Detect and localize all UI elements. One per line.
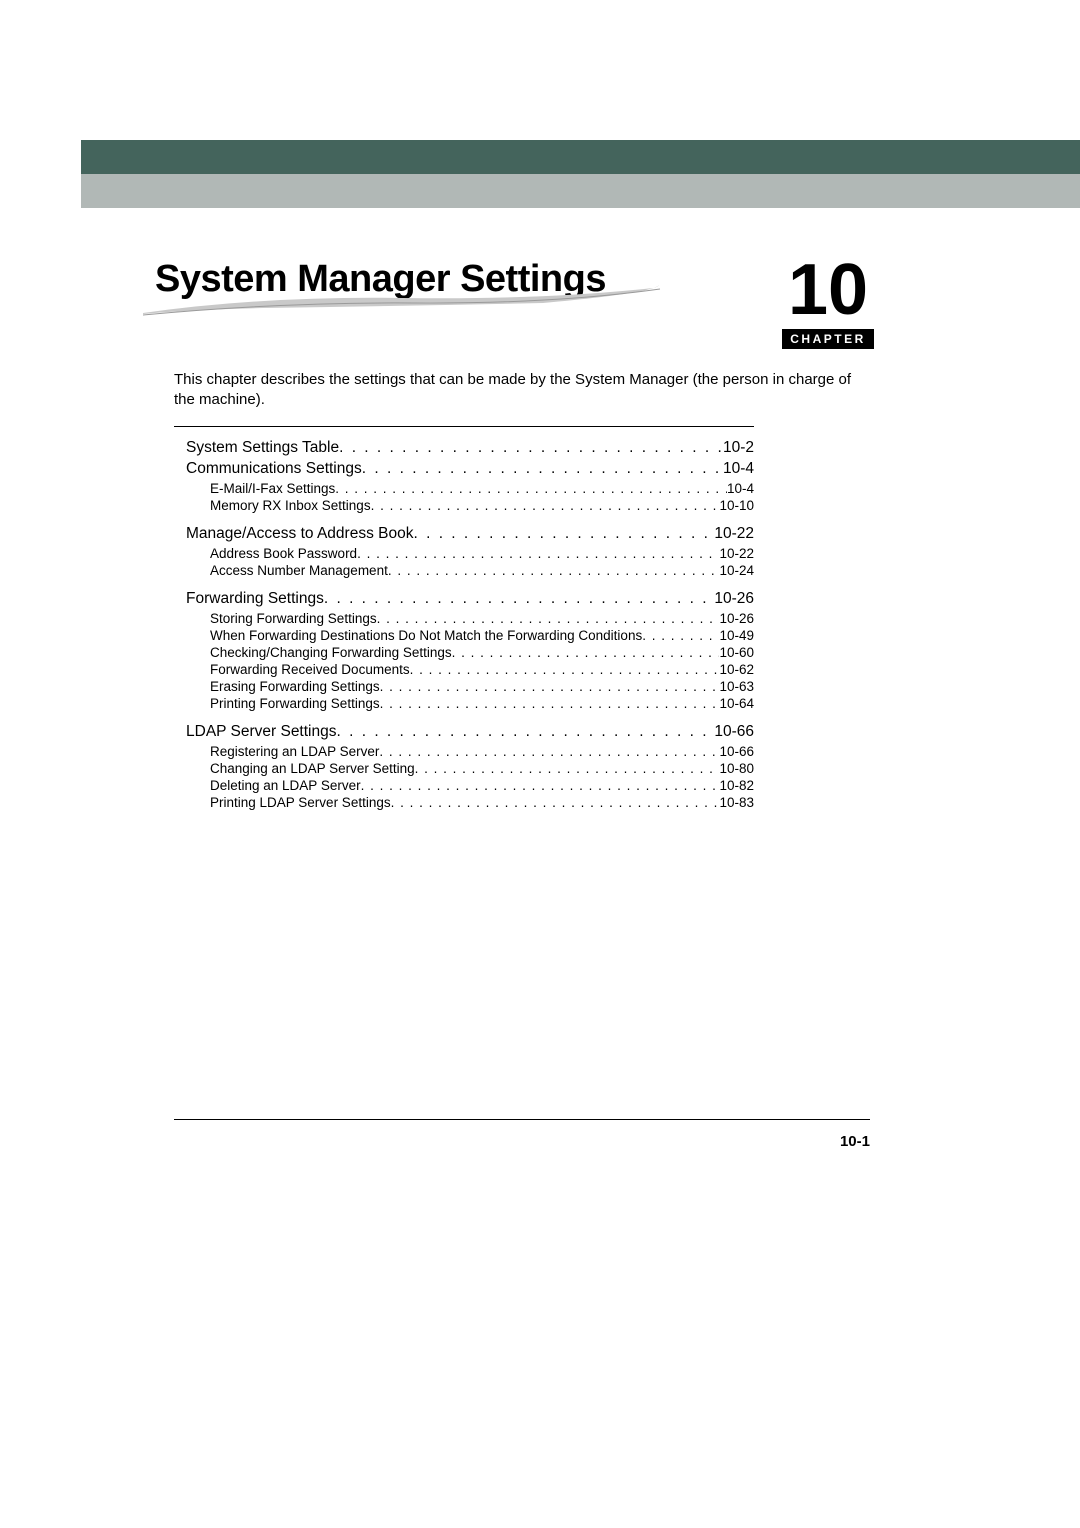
toc-entry-page: 10-63 bbox=[719, 679, 754, 694]
toc-entry-l1: Manage/Access to Address Book . . . . . … bbox=[186, 525, 754, 543]
toc-entry-label: Communications Settings bbox=[186, 460, 362, 478]
toc-entry-l1: Forwarding Settings . . . . . . . . . . … bbox=[186, 590, 754, 608]
toc-entry-page: 10-66 bbox=[714, 723, 754, 741]
toc-entry-label: When Forwarding Destinations Do Not Matc… bbox=[210, 628, 642, 643]
toc-list: System Settings Table . . . . . . . . . … bbox=[174, 439, 754, 810]
toc-entry-l1: LDAP Server Settings . . . . . . . . . .… bbox=[186, 723, 754, 741]
toc-dot-leader: . . . . . . . . . . . . . . . . . . . . … bbox=[642, 628, 719, 643]
toc-entry-l2: When Forwarding Destinations Do Not Matc… bbox=[210, 628, 754, 643]
toc-entry-l2: Address Book Password . . . . . . . . . … bbox=[210, 546, 754, 561]
toc-dot-leader: . . . . . . . . . . . . . . . . . . . . … bbox=[377, 611, 720, 626]
toc-entry-label: Printing LDAP Server Settings bbox=[210, 795, 391, 810]
toc-entry-l2: Deleting an LDAP Server . . . . . . . . … bbox=[210, 778, 754, 793]
toc-entry-label: Memory RX Inbox Settings bbox=[210, 498, 371, 513]
toc-dot-leader: . . . . . . . . . . . . . . . . . . . . … bbox=[379, 744, 719, 759]
toc-dot-leader: . . . . . . . . . . . . . . . . . . . . … bbox=[336, 723, 714, 741]
toc-entry-page: 10-26 bbox=[719, 611, 754, 626]
toc-dot-leader: . . . . . . . . . . . . . . . . . . . . … bbox=[415, 761, 720, 776]
toc-entry-page: 10-10 bbox=[719, 498, 754, 513]
toc-entry-label: Changing an LDAP Server Setting bbox=[210, 761, 415, 776]
toc-entry-l2: Memory RX Inbox Settings . . . . . . . .… bbox=[210, 498, 754, 513]
toc-entry-label: Forwarding Received Documents bbox=[210, 662, 410, 677]
toc-entry-page: 10-62 bbox=[719, 662, 754, 677]
toc-entry-page: 10-24 bbox=[719, 563, 754, 578]
toc-dot-leader: . . . . . . . . . . . . . . . . . . . . … bbox=[410, 662, 720, 677]
toc-entry-l2: Checking/Changing Forwarding Settings . … bbox=[210, 645, 754, 660]
toc-top-rule bbox=[174, 426, 754, 427]
toc-dot-leader: . . . . . . . . . . . . . . . . . . . . … bbox=[324, 590, 715, 608]
chapter-intro: This chapter describes the settings that… bbox=[174, 370, 870, 411]
toc-entry-l1: System Settings Table . . . . . . . . . … bbox=[186, 439, 754, 457]
toc-entry-page: 10-2 bbox=[723, 439, 754, 457]
toc-entry-label: System Settings Table bbox=[186, 439, 339, 457]
toc-gap bbox=[174, 515, 754, 522]
toc-entry-l2: E-Mail/I-Fax Settings . . . . . . . . . … bbox=[210, 481, 754, 496]
toc-entry-page: 10-4 bbox=[723, 460, 754, 478]
chapter-label: CHAPTER bbox=[782, 329, 874, 349]
toc-dot-leader: . . . . . . . . . . . . . . . . . . . . … bbox=[391, 795, 720, 810]
toc-entry-l2: Storing Forwarding Settings . . . . . . … bbox=[210, 611, 754, 626]
chapter-badge: 10 CHAPTER bbox=[782, 254, 874, 349]
toc-dot-leader: . . . . . . . . . . . . . . . . . . . . … bbox=[413, 525, 714, 543]
toc-dot-leader: . . . . . . . . . . . . . . . . . . . . … bbox=[371, 498, 720, 513]
chapter-number: 10 bbox=[782, 254, 874, 326]
toc-entry-l2: Changing an LDAP Server Setting . . . . … bbox=[210, 761, 754, 776]
toc-entry-label: E-Mail/I-Fax Settings bbox=[210, 481, 335, 496]
toc-entry-page: 10-49 bbox=[719, 628, 754, 643]
toc-entry-label: LDAP Server Settings bbox=[186, 723, 336, 741]
toc-entry-label: Printing Forwarding Settings bbox=[210, 696, 380, 711]
toc-dot-leader: . . . . . . . . . . . . . . . . . . . . … bbox=[452, 645, 720, 660]
toc-entry-page: 10-4 bbox=[727, 481, 754, 496]
toc-dot-leader: . . . . . . . . . . . . . . . . . . . . … bbox=[339, 439, 723, 457]
toc-gap bbox=[174, 580, 754, 587]
toc-entry-page: 10-80 bbox=[719, 761, 754, 776]
toc-entry-l1: Communications Settings . . . . . . . . … bbox=[186, 460, 754, 478]
toc-dot-leader: . . . . . . . . . . . . . . . . . . . . … bbox=[361, 778, 720, 793]
header-bars bbox=[81, 140, 1080, 208]
toc-entry-label: Checking/Changing Forwarding Settings bbox=[210, 645, 452, 660]
toc-entry-label: Storing Forwarding Settings bbox=[210, 611, 377, 626]
toc-entry-l2: Erasing Forwarding Settings . . . . . . … bbox=[210, 679, 754, 694]
toc-entry-page: 10-82 bbox=[719, 778, 754, 793]
page-bottom-rule bbox=[174, 1119, 870, 1120]
header-bar-light bbox=[81, 174, 1080, 208]
toc-entry-page: 10-83 bbox=[719, 795, 754, 810]
toc-entry-l2: Registering an LDAP Server . . . . . . .… bbox=[210, 744, 754, 759]
toc-entry-page: 10-22 bbox=[714, 525, 754, 543]
toc-entry-page: 10-26 bbox=[714, 590, 754, 608]
toc-dot-leader: . . . . . . . . . . . . . . . . . . . . … bbox=[388, 563, 720, 578]
toc-gap bbox=[174, 713, 754, 720]
toc-entry-label: Registering an LDAP Server bbox=[210, 744, 379, 759]
toc-entry-page: 10-66 bbox=[719, 744, 754, 759]
chapter-title: System Manager Settings bbox=[155, 258, 880, 301]
toc-entry-label: Erasing Forwarding Settings bbox=[210, 679, 380, 694]
toc-entry-label: Deleting an LDAP Server bbox=[210, 778, 361, 793]
header-bar-dark bbox=[81, 140, 1080, 174]
toc-entry-l2: Access Number Management . . . . . . . .… bbox=[210, 563, 754, 578]
page: System Manager Settings 10 CHAPTER This … bbox=[0, 0, 1080, 1528]
chapter-title-block: System Manager Settings bbox=[155, 258, 880, 301]
toc-entry-page: 10-60 bbox=[719, 645, 754, 660]
toc-dot-leader: . . . . . . . . . . . . . . . . . . . . … bbox=[362, 460, 723, 478]
toc-entry-l2: Forwarding Received Documents . . . . . … bbox=[210, 662, 754, 677]
toc-dot-leader: . . . . . . . . . . . . . . . . . . . . … bbox=[357, 546, 719, 561]
toc-entry-l2: Printing LDAP Server Settings . . . . . … bbox=[210, 795, 754, 810]
page-number: 10-1 bbox=[840, 1133, 870, 1150]
toc-entry-page: 10-22 bbox=[719, 546, 754, 561]
toc-dot-leader: . . . . . . . . . . . . . . . . . . . . … bbox=[335, 481, 727, 496]
toc-entry-label: Forwarding Settings bbox=[186, 590, 324, 608]
toc-entry-label: Manage/Access to Address Book bbox=[186, 525, 413, 543]
toc-dot-leader: . . . . . . . . . . . . . . . . . . . . … bbox=[380, 679, 720, 694]
toc-entry-page: 10-64 bbox=[719, 696, 754, 711]
toc-entry-l2: Printing Forwarding Settings . . . . . .… bbox=[210, 696, 754, 711]
toc-dot-leader: . . . . . . . . . . . . . . . . . . . . … bbox=[380, 696, 720, 711]
table-of-contents: System Settings Table . . . . . . . . . … bbox=[174, 426, 754, 812]
toc-entry-label: Address Book Password bbox=[210, 546, 357, 561]
toc-entry-label: Access Number Management bbox=[210, 563, 388, 578]
